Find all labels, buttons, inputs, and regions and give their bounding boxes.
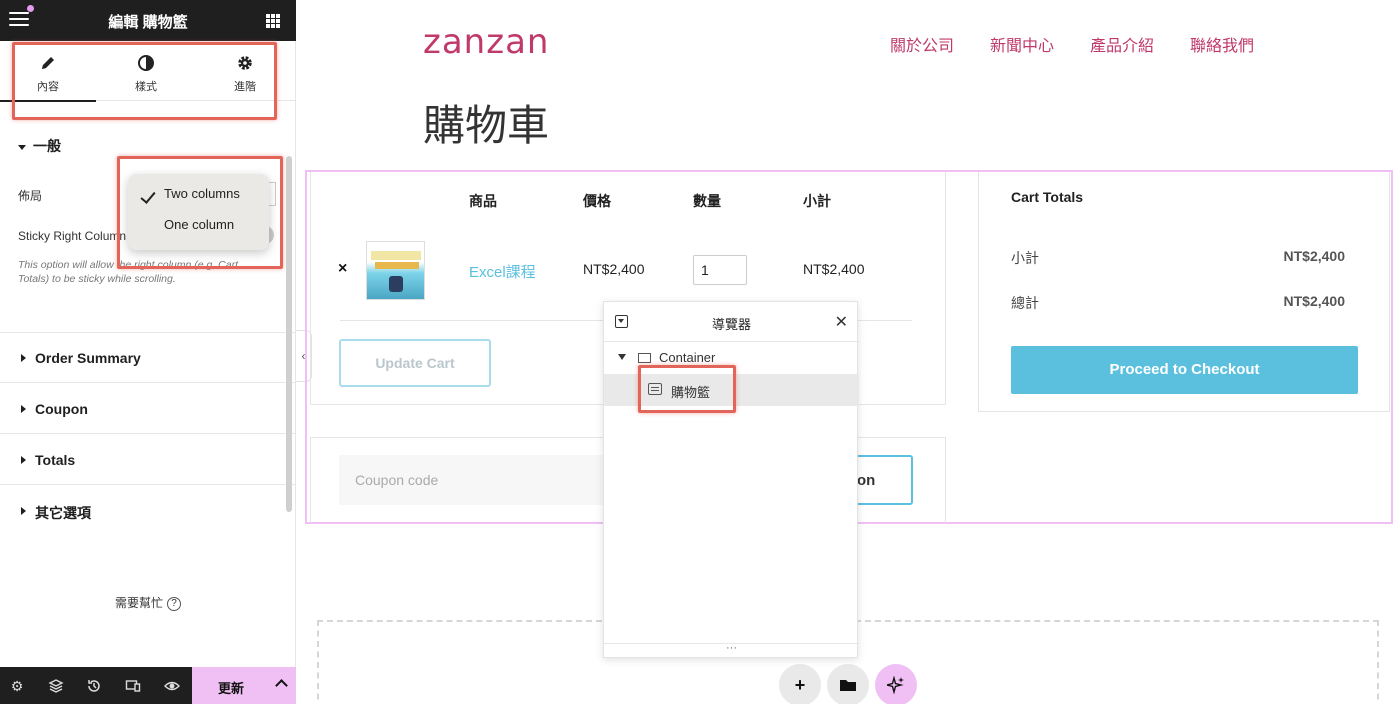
nav-about[interactable]: 關於公司 xyxy=(890,32,954,56)
navigator-title: 導覽器 xyxy=(711,317,751,332)
product-link[interactable]: Excel課程 xyxy=(469,261,536,282)
section-totals[interactable]: Totals xyxy=(0,435,296,485)
layout-dropdown: Two columns One column xyxy=(128,174,269,250)
tab-advanced[interactable]: 進階 xyxy=(197,41,293,101)
tab-content-label: 內容 xyxy=(37,81,59,93)
tab-content[interactable]: 內容 xyxy=(0,41,96,102)
coupon-input[interactable]: Coupon code xyxy=(339,455,639,505)
nav-products[interactable]: 產品介紹 xyxy=(1090,32,1154,56)
update-label: 更新 xyxy=(218,681,245,696)
column-product: 商品 xyxy=(469,193,497,209)
navigator-resize-handle[interactable]: ··· xyxy=(604,643,859,657)
sparkle-icon xyxy=(884,675,904,695)
caret-right-icon xyxy=(21,405,26,413)
history-icon[interactable] xyxy=(86,678,102,694)
site-logo[interactable]: zanzan xyxy=(423,22,549,62)
folder-icon xyxy=(840,680,856,691)
check-icon xyxy=(140,188,156,204)
section-order-summary-label: Order Summary xyxy=(35,350,141,366)
editor-title: 編輯 購物籃 xyxy=(108,14,188,31)
subtotal-value: NT$2,400 xyxy=(1283,248,1345,264)
section-general-label: 一般 xyxy=(33,138,61,154)
tab-style-label: 樣式 xyxy=(135,81,157,93)
container-icon xyxy=(638,353,651,363)
section-totals-label: Totals xyxy=(35,452,76,468)
page-title: 購物車 xyxy=(423,102,550,149)
tree-item-cart-widget[interactable]: 購物籃 xyxy=(604,374,859,406)
section-general-header[interactable]: 一般 xyxy=(18,136,61,156)
quantity-input[interactable]: 1 xyxy=(693,255,747,285)
add-element-button[interactable]: + xyxy=(779,664,821,704)
editor-sidebar: 編輯 購物籃 內容 樣式 進階 一般 佈局 Sticky Right Colum… xyxy=(0,0,296,704)
preview-eye-icon[interactable] xyxy=(164,678,180,694)
half-circle-icon xyxy=(138,55,154,71)
sticky-hint: This option will allow the right column … xyxy=(18,259,239,285)
layout-option-two-columns[interactable]: Two columns xyxy=(164,186,240,201)
column-quantity: 數量 xyxy=(693,193,721,209)
layout-select[interactable] xyxy=(268,182,276,206)
section-coupon-label: Coupon xyxy=(35,401,88,417)
apply-coupon-label: on xyxy=(857,472,876,489)
navigator-panel: 導覽器 ✕ Container 購物籃 ··· xyxy=(603,301,859,658)
tree-item-container[interactable]: Container xyxy=(604,342,859,374)
nav-contact[interactable]: 聯絡我們 xyxy=(1190,32,1254,56)
template-library-button[interactable] xyxy=(827,664,869,704)
settings-icon[interactable]: ⚙ xyxy=(9,678,25,694)
caret-down-icon xyxy=(18,144,26,150)
cart-widget-icon xyxy=(648,383,662,395)
navigator-header: 導覽器 ✕ xyxy=(604,302,859,342)
chevron-up-icon[interactable] xyxy=(275,679,288,692)
question-icon: ? xyxy=(167,596,181,611)
caret-right-icon xyxy=(21,354,26,362)
nav-news[interactable]: 新聞中心 xyxy=(990,32,1054,56)
help-link[interactable]: 需要幫忙? xyxy=(0,594,296,611)
sticky-label: Sticky Right Column xyxy=(18,229,127,243)
section-order-summary[interactable]: Order Summary xyxy=(0,333,296,383)
sidebar-scrollbar[interactable] xyxy=(286,156,292,512)
section-coupon[interactable]: Coupon xyxy=(0,384,296,434)
responsive-icon[interactable] xyxy=(125,678,141,694)
pencil-icon xyxy=(42,57,54,69)
column-subtotal: 小計 xyxy=(803,193,831,209)
item-price: NT$2,400 xyxy=(583,261,645,277)
widgets-grid-icon[interactable] xyxy=(266,14,280,28)
close-icon[interactable]: ✕ xyxy=(835,312,848,332)
layout-label: 佈局 xyxy=(18,189,43,203)
subtotal-label: 小計 xyxy=(1011,250,1039,266)
column-price: 價格 xyxy=(583,193,611,209)
total-label: 總計 xyxy=(1011,295,1039,311)
checkout-button[interactable]: Proceed to Checkout xyxy=(1011,346,1358,394)
section-other-options-label: 其它選項 xyxy=(35,505,91,521)
sidebar-footer: ⚙ 更新 xyxy=(0,667,296,704)
product-thumbnail[interactable] xyxy=(366,241,425,300)
caret-down-icon[interactable] xyxy=(618,354,626,360)
caret-right-icon xyxy=(21,507,26,515)
sidebar-header: 編輯 購物籃 xyxy=(0,0,296,41)
section-other-options[interactable]: 其它選項 xyxy=(0,486,296,536)
update-button[interactable]: 更新 xyxy=(192,667,296,704)
layers-icon[interactable] xyxy=(48,678,64,694)
caret-right-icon xyxy=(21,456,26,464)
tree-item-container-label: Container xyxy=(659,350,716,365)
editor-tabs: 內容 樣式 進階 xyxy=(0,41,296,102)
remove-item-button[interactable]: × xyxy=(338,260,347,278)
cart-totals-title: Cart Totals xyxy=(1011,189,1084,205)
tree-item-cart-widget-label: 購物籃 xyxy=(671,385,711,400)
tab-style[interactable]: 樣式 xyxy=(98,41,194,101)
item-subtotal: NT$2,400 xyxy=(803,261,865,277)
ai-button[interactable] xyxy=(875,664,917,704)
gear-icon xyxy=(238,56,252,70)
help-label: 需要幫忙 xyxy=(114,596,163,610)
total-value: NT$2,400 xyxy=(1283,293,1345,309)
tab-advanced-label: 進階 xyxy=(234,81,256,93)
update-cart-button[interactable]: Update Cart xyxy=(339,339,491,387)
layout-option-one-column[interactable]: One column xyxy=(164,217,234,232)
